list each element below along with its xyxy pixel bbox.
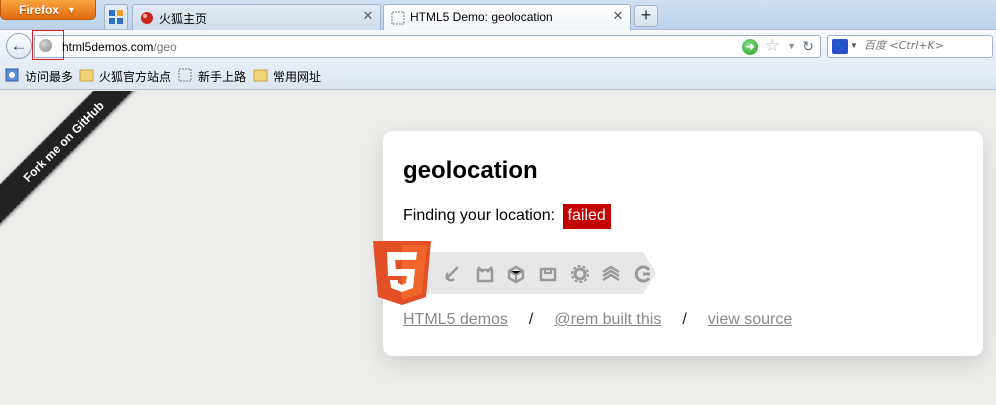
semantics-icon[interactable]	[443, 264, 463, 284]
bookmark-label: 访问最多	[25, 70, 74, 84]
device-icon[interactable]	[506, 264, 526, 284]
css3-icon[interactable]	[601, 264, 621, 284]
search-bar[interactable]: 🐾 ▼	[827, 35, 993, 58]
bookmark-common-sites[interactable]: 常用网址	[253, 68, 321, 85]
app-tab[interactable]	[104, 4, 128, 29]
most-visited-icon	[5, 68, 19, 82]
page-title: geolocation	[403, 157, 538, 184]
url-path: /geo	[153, 40, 177, 54]
status-line: Finding your location: failed	[403, 204, 611, 229]
close-icon[interactable]: ✕	[362, 9, 374, 22]
footer-links: HTML5 demos / @rem built this / view source	[403, 311, 792, 329]
close-icon[interactable]: ✕	[612, 9, 624, 22]
connectivity-icon[interactable]	[538, 264, 558, 284]
bookmark-label: 新手上路	[198, 70, 247, 84]
tab-title: HTML5 Demo: geolocation	[410, 10, 553, 24]
bookmark-star-icon[interactable]: ☆	[765, 36, 780, 56]
bookmark-most-visited[interactable]: 访问最多	[5, 68, 73, 85]
bookmark-firefox-site[interactable]: 火狐官方站点	[79, 68, 171, 85]
new-tab-button[interactable]: +	[634, 5, 658, 27]
folder-icon	[253, 69, 268, 82]
firefox-menu-label: Firefox	[19, 3, 60, 17]
navigation-bar: ← html5demos.com/geo ➜ ☆ ▼ ↻ 🐾 ▼	[0, 30, 996, 62]
firefox-menu-button[interactable]: Firefox ▼	[0, 0, 96, 20]
html5-tech-bar	[373, 241, 658, 305]
reload-icon[interactable]: ↻	[802, 38, 814, 55]
tab-firefox-home[interactable]: 火狐主页 ✕	[132, 4, 381, 30]
author-link[interactable]: @rem built this	[554, 311, 661, 328]
view-source-link[interactable]: view source	[708, 311, 792, 328]
search-input[interactable]	[864, 39, 990, 52]
tab-bar: Firefox ▼ 火狐主页 ✕ HTML5 Demo: geolocation …	[0, 0, 996, 31]
url-text[interactable]: html5demos.com/geo	[62, 40, 177, 54]
globe-icon	[39, 39, 52, 52]
baidu-icon[interactable]: 🐾	[832, 39, 848, 54]
site-identity-button[interactable]	[32, 30, 64, 60]
link-separator: /	[682, 311, 687, 328]
status-badge: failed	[562, 204, 611, 229]
bookmarks-bar: 访问最多 火狐官方站点 新手上路 常用网址	[0, 62, 996, 90]
performance-icon[interactable]	[570, 264, 590, 284]
bookmark-label: 火狐官方站点	[99, 70, 172, 84]
tab-geolocation[interactable]: HTML5 Demo: geolocation ✕	[383, 4, 631, 31]
folder-icon	[79, 69, 94, 82]
grid-icon	[109, 10, 124, 25]
page-content: Fork me on GitHub geolocation Finding yo…	[0, 91, 996, 405]
html5-logo-icon[interactable]	[373, 241, 431, 305]
fork-me-ribbon[interactable]: Fork me on GitHub	[0, 91, 162, 240]
tab-title: 火狐主页	[159, 12, 208, 26]
storage-icon[interactable]	[633, 264, 653, 284]
demo-card: geolocation Finding your location: faile…	[373, 131, 983, 356]
url-host: html5demos.com	[62, 40, 154, 54]
page-icon	[178, 68, 192, 82]
engine-dropdown-icon[interactable]: ▼	[850, 41, 858, 50]
url-bar[interactable]: html5demos.com/geo ➜ ☆ ▼ ↻	[32, 30, 821, 60]
blank-page-icon	[391, 11, 405, 25]
firefox-home-icon	[141, 12, 153, 24]
bookmark-label: 常用网址	[273, 70, 322, 84]
dropdown-arrow-icon: ▼	[67, 5, 76, 15]
bookmark-getting-started[interactable]: 新手上路	[178, 68, 246, 85]
go-arrow-icon[interactable]: ➜	[742, 39, 758, 55]
html5-demos-link[interactable]: HTML5 demos	[403, 311, 508, 328]
status-label: Finding your location:	[403, 207, 556, 224]
link-separator: /	[528, 311, 534, 328]
offline-icon[interactable]	[475, 264, 495, 284]
history-dropdown-icon[interactable]: ▼	[787, 41, 796, 51]
back-button[interactable]: ←	[6, 33, 32, 59]
